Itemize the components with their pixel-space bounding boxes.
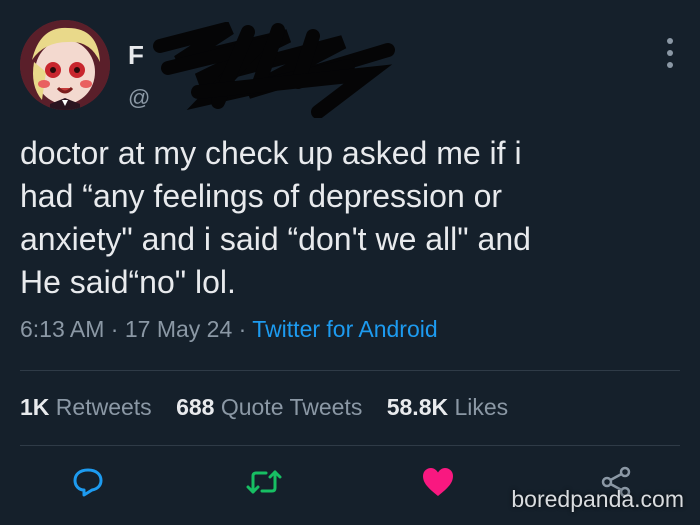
retweet-button[interactable]: [244, 464, 282, 500]
redaction-scribble: [153, 22, 395, 118]
avatar[interactable]: [20, 20, 110, 110]
retweets-stat[interactable]: 1K Retweets: [20, 394, 152, 420]
tweet-stats: 1K Retweets 688 Quote Tweets 58.8K Likes: [20, 394, 526, 421]
tweet-time[interactable]: 6:13 AM: [20, 316, 104, 342]
tweet-text: doctor at my check up asked me if i had …: [20, 135, 531, 300]
likes-label: Likes: [454, 394, 509, 420]
quotes-label: Quote Tweets: [220, 394, 363, 420]
watermark: boredpanda.com: [511, 486, 684, 512]
meta-separator: ·: [110, 316, 119, 342]
tweet-source-link[interactable]: Twitter for Android: [252, 316, 437, 342]
tweet-date[interactable]: 17 May 24: [125, 316, 232, 342]
heart-icon: [423, 468, 453, 496]
divider: [20, 370, 680, 371]
likes-count: 58.8K: [386, 394, 449, 420]
like-button[interactable]: [420, 464, 456, 500]
tweet-header: F @: [20, 20, 680, 118]
avatar-image: [20, 20, 110, 110]
meta-separator: ·: [238, 316, 247, 342]
quotes-count: 688: [176, 394, 215, 420]
likes-stat[interactable]: 58.8K Likes: [387, 394, 508, 420]
more-icon[interactable]: [666, 38, 674, 72]
retweets-count: 1K: [20, 394, 50, 420]
quotes-stat[interactable]: 688 Quote Tweets: [176, 394, 362, 420]
reply-icon: [73, 468, 103, 497]
divider: [20, 445, 680, 446]
reply-button[interactable]: [70, 464, 106, 500]
retweets-label: Retweets: [55, 394, 152, 420]
retweet-icon: [246, 470, 282, 494]
tweet-meta: 6:13 AM · 17 May 24 · Twitter for Androi…: [20, 316, 438, 343]
